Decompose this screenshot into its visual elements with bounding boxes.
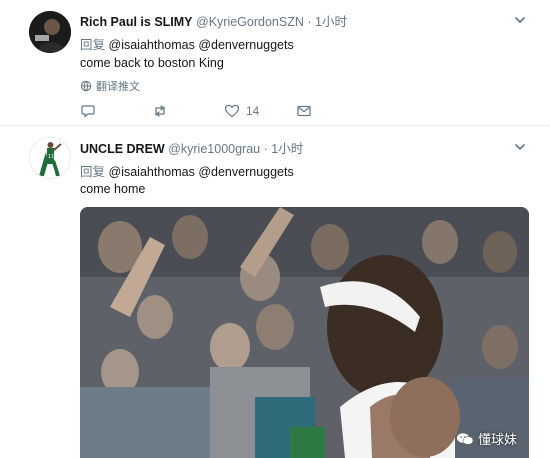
- translate-link[interactable]: 翻译推文: [80, 78, 140, 94]
- display-name[interactable]: Rich Paul is SLIMY: [80, 15, 193, 29]
- direct-message-button[interactable]: [296, 103, 312, 119]
- tweet-header: Rich Paul is SLIMY @KyrieGordonSZN · 1小时: [80, 11, 347, 30]
- tweet-header: UNCLE DREW @kyrie1000grau · 1小时: [80, 138, 303, 157]
- reply-button[interactable]: [80, 103, 96, 119]
- timestamp[interactable]: 1小时: [271, 142, 303, 156]
- reply-label: 回复: [80, 38, 106, 52]
- avatar-image: [29, 11, 71, 53]
- mention-link[interactable]: @denvernuggets: [198, 38, 293, 52]
- heart-icon: [224, 104, 240, 118]
- translate-label: 翻译推文: [96, 81, 140, 93]
- like-button[interactable]: 14: [224, 103, 259, 119]
- reply-label: 回复: [80, 165, 106, 179]
- reply-context: 回复 @isaiahthomas @denvernuggets: [80, 34, 294, 53]
- separator: ·: [307, 15, 312, 29]
- display-name[interactable]: UNCLE DREW: [80, 142, 165, 156]
- user-handle[interactable]: @KyrieGordonSZN: [196, 15, 304, 29]
- media-image: [80, 207, 529, 458]
- watermark-text: 懂球妹: [477, 432, 517, 447]
- tweet-text: come back to boston King: [80, 56, 224, 70]
- mention-link[interactable]: @denvernuggets: [198, 165, 293, 179]
- tweet-actions: 14: [80, 103, 340, 121]
- avatar-image: 11: [30, 138, 70, 178]
- separator: ·: [263, 142, 268, 156]
- reply-icon: [81, 105, 95, 118]
- tweet-media[interactable]: 懂球妹: [80, 207, 529, 458]
- user-handle[interactable]: @kyrie1000grau: [168, 142, 260, 156]
- tweet-1[interactable]: Rich Paul is SLIMY @KyrieGordonSZN · 1小时…: [0, 0, 550, 126]
- mention-link[interactable]: @isaiahthomas: [109, 38, 195, 52]
- timestamp[interactable]: 1小时: [315, 15, 347, 29]
- avatar[interactable]: 11: [29, 137, 71, 179]
- message-icon: [297, 105, 311, 117]
- retweet-button[interactable]: [152, 103, 168, 119]
- svg-text:11: 11: [48, 154, 54, 160]
- media-watermark: 懂球妹: [456, 429, 517, 448]
- caret-down-icon[interactable]: [514, 141, 526, 153]
- mention-link[interactable]: @isaiahthomas: [109, 165, 195, 179]
- retweet-icon: [155, 105, 165, 117]
- tweet-2[interactable]: 11 UNCLE DREW @kyrie1000grau · 1小时 回复 @i…: [0, 127, 550, 458]
- caret-down-icon[interactable]: [514, 14, 526, 26]
- reply-context: 回复 @isaiahthomas @denvernuggets: [80, 161, 294, 180]
- wechat-icon: [456, 432, 474, 445]
- avatar[interactable]: [29, 11, 71, 53]
- like-count: 14: [246, 104, 260, 118]
- translate-globe-icon: [80, 80, 92, 92]
- tweet-text: come home: [80, 182, 146, 196]
